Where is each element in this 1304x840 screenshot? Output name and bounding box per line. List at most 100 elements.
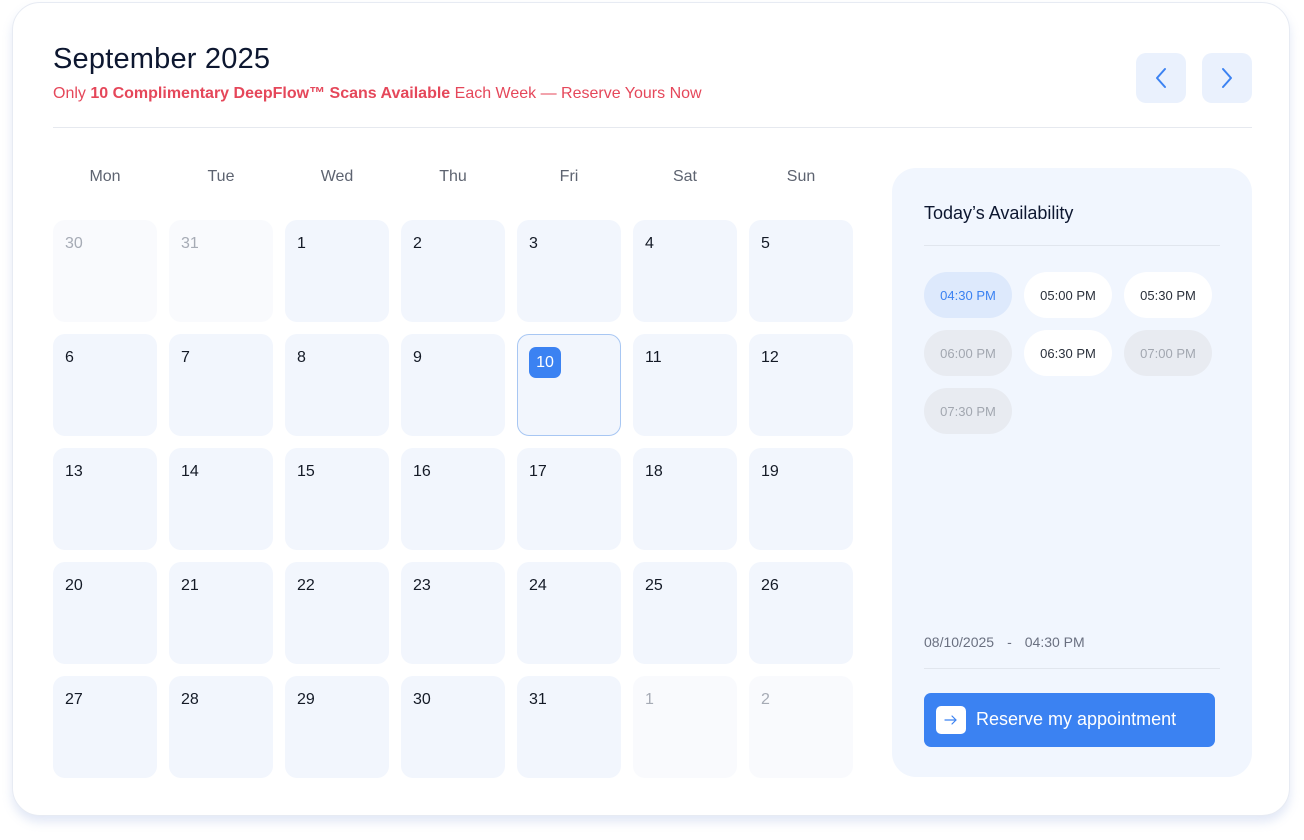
day-number: 4 xyxy=(645,235,654,252)
promo-highlight: 10 Complimentary DeepFlow™ Scans Availab… xyxy=(90,85,451,102)
weekday-label-sat: Sat xyxy=(672,168,697,185)
day-number: 3 xyxy=(529,235,538,252)
previous-month-button[interactable] xyxy=(1136,53,1186,103)
day-number: 8 xyxy=(297,349,306,366)
calendar-day[interactable]: 30 xyxy=(401,676,505,778)
calendar-day[interactable]: 20 xyxy=(53,562,157,664)
day-number: 18 xyxy=(645,463,663,480)
day-number: 26 xyxy=(761,577,779,594)
day-number: 7 xyxy=(181,349,190,366)
weekday-label-sun: Sun xyxy=(786,168,816,185)
day-number: 15 xyxy=(297,463,315,480)
header-divider xyxy=(53,127,1252,128)
calendar-day-outside-month[interactable]: 1 xyxy=(633,676,737,778)
reserve-button-label: Reserve my appointment xyxy=(976,709,1177,729)
day-number: 22 xyxy=(297,577,315,594)
promo-suffix: Each Week — Reserve Yours Now xyxy=(454,85,702,102)
day-number: 1 xyxy=(297,235,306,252)
day-number: 28 xyxy=(181,691,199,708)
calendar-day[interactable]: 14 xyxy=(169,448,273,550)
day-number: 12 xyxy=(761,349,779,366)
time-slot-unavailable: 06:00 PM xyxy=(924,330,1012,376)
arrow-right-icon xyxy=(944,715,957,725)
day-number: 11 xyxy=(645,349,662,366)
summary-date: 08/10/2025 xyxy=(924,634,995,650)
calendar-day-outside-month[interactable]: 2 xyxy=(749,676,853,778)
day-number: 9 xyxy=(413,349,422,366)
day-number: 17 xyxy=(529,463,547,480)
time-slot-available[interactable]: 05:00 PM xyxy=(1024,272,1112,318)
calendar-day[interactable]: 9 xyxy=(401,334,505,436)
selection-summary: 08/10/2025-04:30 PM xyxy=(924,634,1085,650)
calendar-day-outside-month[interactable]: 30 xyxy=(53,220,157,322)
summary-divider xyxy=(924,668,1220,669)
weekday-label-thu: Thu xyxy=(439,168,467,185)
calendar-day[interactable]: 23 xyxy=(401,562,505,664)
day-number: 21 xyxy=(181,577,199,594)
day-number: 30 xyxy=(65,235,83,252)
day-number: 25 xyxy=(645,577,663,594)
reserve-icon-box xyxy=(936,706,966,734)
calendar-day[interactable]: 28 xyxy=(169,676,273,778)
calendar-day[interactable]: 25 xyxy=(633,562,737,664)
day-number: 5 xyxy=(761,235,770,252)
calendar-day[interactable]: 3 xyxy=(517,220,621,322)
summary-separator: - xyxy=(1007,634,1012,650)
reserve-appointment-button[interactable]: Reserve my appointment xyxy=(924,693,1215,747)
calendar-day[interactable]: 26 xyxy=(749,562,853,664)
next-month-button[interactable] xyxy=(1202,53,1252,103)
weekday-label-wed: Wed xyxy=(320,168,354,185)
calendar-day[interactable]: 29 xyxy=(285,676,389,778)
page-title: September 2025 xyxy=(53,43,271,75)
promo-text: Only 10 Complimentary DeepFlow™ Scans Av… xyxy=(53,85,702,103)
day-number: 20 xyxy=(65,577,83,594)
day-number: 2 xyxy=(761,691,770,708)
calendar-day[interactable]: 16 xyxy=(401,448,505,550)
day-number: 27 xyxy=(65,691,83,708)
day-number: 16 xyxy=(413,463,431,480)
calendar-day[interactable]: 17 xyxy=(517,448,621,550)
calendar-day[interactable]: 22 xyxy=(285,562,389,664)
calendar-day[interactable]: 5 xyxy=(749,220,853,322)
day-number: 6 xyxy=(65,349,74,366)
promo-prefix: Only xyxy=(53,85,86,102)
calendar-day[interactable]: 27 xyxy=(53,676,157,778)
chevron-right-icon xyxy=(1222,68,1232,88)
calendar-day[interactable]: 7 xyxy=(169,334,273,436)
calendar-day-selected[interactable]: 10 xyxy=(517,334,621,436)
chevron-left-icon xyxy=(1156,68,1166,88)
day-number: 31 xyxy=(529,691,547,708)
calendar-day[interactable]: 15 xyxy=(285,448,389,550)
weekday-label-fri: Fri xyxy=(559,168,579,185)
day-number: 2 xyxy=(413,235,422,252)
day-number: 13 xyxy=(65,463,83,480)
time-slot-selected[interactable]: 04:30 PM xyxy=(924,272,1012,318)
calendar-day[interactable]: 4 xyxy=(633,220,737,322)
time-slot-available[interactable]: 05:30 PM xyxy=(1124,272,1212,318)
day-number: 23 xyxy=(413,577,431,594)
calendar-day[interactable]: 6 xyxy=(53,334,157,436)
calendar-day[interactable]: 8 xyxy=(285,334,389,436)
calendar-day[interactable]: 11 xyxy=(633,334,737,436)
selected-day-badge: 10 xyxy=(529,347,561,378)
calendar-day[interactable]: 24 xyxy=(517,562,621,664)
calendar-day[interactable]: 12 xyxy=(749,334,853,436)
day-number: 30 xyxy=(413,691,431,708)
calendar-day[interactable]: 1 xyxy=(285,220,389,322)
calendar-day[interactable]: 19 xyxy=(749,448,853,550)
calendar-day-outside-month[interactable]: 31 xyxy=(169,220,273,322)
calendar-day[interactable]: 31 xyxy=(517,676,621,778)
calendar-day[interactable]: 13 xyxy=(53,448,157,550)
calendar-day[interactable]: 21 xyxy=(169,562,273,664)
time-slot-unavailable: 07:30 PM xyxy=(924,388,1012,434)
calendar-day[interactable]: 18 xyxy=(633,448,737,550)
time-slot-unavailable: 07:00 PM xyxy=(1124,330,1212,376)
calendar-day[interactable]: 2 xyxy=(401,220,505,322)
day-number: 1 xyxy=(645,691,654,708)
day-number: 24 xyxy=(529,577,547,594)
booking-card: September 2025 Only 10 Complimentary Dee… xyxy=(12,2,1290,816)
time-slot-available[interactable]: 06:30 PM xyxy=(1024,330,1112,376)
summary-time: 04:30 PM xyxy=(1024,634,1085,650)
day-number: 31 xyxy=(181,235,199,252)
day-number: 19 xyxy=(761,463,779,480)
